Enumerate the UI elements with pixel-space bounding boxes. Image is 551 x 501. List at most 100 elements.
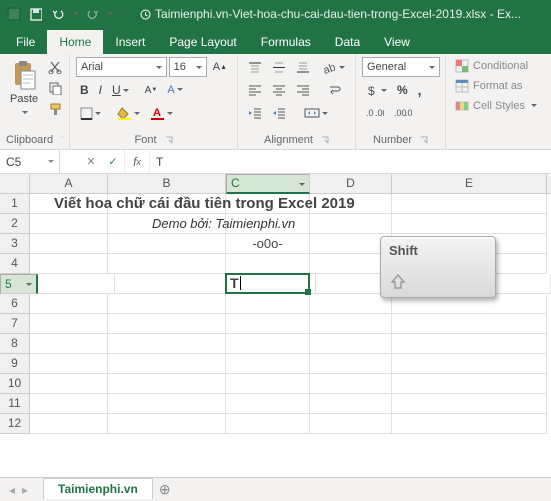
cell[interactable] xyxy=(392,214,547,234)
cell[interactable] xyxy=(226,394,310,414)
merge-button[interactable] xyxy=(300,103,332,123)
cell[interactable] xyxy=(30,294,108,314)
qat-customize[interactable] xyxy=(104,4,114,24)
tab-file[interactable]: File xyxy=(4,30,47,54)
row-header[interactable]: 11 xyxy=(0,394,30,414)
save-button[interactable] xyxy=(26,4,46,24)
tab-formulas[interactable]: Formulas xyxy=(249,30,323,54)
cell[interactable] xyxy=(108,294,226,314)
cell[interactable] xyxy=(30,354,108,374)
cell[interactable]: -o0o- xyxy=(226,234,310,254)
dialog-launcher-icon[interactable] xyxy=(420,136,428,144)
underline-button[interactable]: U xyxy=(108,80,133,100)
cell[interactable] xyxy=(108,334,226,354)
cell[interactable] xyxy=(30,314,108,334)
row-header[interactable]: 9 xyxy=(0,354,30,374)
increase-indent-button[interactable] xyxy=(268,103,290,123)
decrease-indent-button[interactable] xyxy=(244,103,266,123)
cell[interactable] xyxy=(226,374,310,394)
enter-icon[interactable]: ✓ xyxy=(102,150,124,173)
cell[interactable] xyxy=(38,274,115,294)
number-format-select[interactable]: General xyxy=(362,57,440,77)
cell[interactable] xyxy=(310,374,392,394)
align-top-button[interactable] xyxy=(244,57,266,77)
cell[interactable] xyxy=(310,414,392,434)
comma-button[interactable]: , xyxy=(414,80,426,100)
cell[interactable] xyxy=(108,354,226,374)
row-header[interactable]: 10 xyxy=(0,374,30,394)
cell[interactable] xyxy=(226,334,310,354)
cell[interactable] xyxy=(30,374,108,394)
undo-button[interactable] xyxy=(48,4,68,24)
cell[interactable] xyxy=(108,394,226,414)
worksheet-grid[interactable]: A B C D E 1 Viết hoa chữ cái đầu tiên tr… xyxy=(0,174,551,476)
cell[interactable] xyxy=(226,314,310,334)
cell[interactable] xyxy=(30,414,108,434)
cell[interactable] xyxy=(30,394,108,414)
cell[interactable] xyxy=(226,254,310,274)
col-header-c[interactable]: C xyxy=(226,174,310,194)
font-color-button[interactable]: A xyxy=(146,103,177,123)
cell-styles-button[interactable]: Cell Styles xyxy=(452,97,545,115)
font-name-select[interactable]: Arial xyxy=(76,57,167,77)
dialog-launcher-icon[interactable] xyxy=(321,136,329,144)
cell[interactable] xyxy=(30,234,108,254)
cell[interactable] xyxy=(310,294,392,314)
align-right-button[interactable] xyxy=(292,80,314,100)
cell[interactable] xyxy=(310,214,392,234)
conditional-formatting-button[interactable]: Conditional xyxy=(452,57,545,75)
cell[interactable] xyxy=(108,374,226,394)
cell[interactable]: Viết hoa chữ cái đầu tiên trong Excel 20… xyxy=(30,194,108,214)
col-header-b[interactable]: B xyxy=(108,174,226,193)
row-header[interactable]: 8 xyxy=(0,334,30,354)
cell[interactable] xyxy=(392,394,547,414)
fx-icon[interactable]: fx xyxy=(124,150,150,173)
row-header[interactable]: 3 xyxy=(0,234,30,254)
cell[interactable] xyxy=(310,334,392,354)
dialog-launcher-icon[interactable] xyxy=(61,136,63,144)
tab-insert[interactable]: Insert xyxy=(103,30,157,54)
cell[interactable] xyxy=(392,414,547,434)
row-header[interactable]: 2 xyxy=(0,214,30,234)
cell[interactable]: Demo bởi: Taimienphi.vn xyxy=(108,214,226,234)
cell[interactable] xyxy=(392,194,547,214)
italic-button[interactable]: I xyxy=(95,80,106,100)
cell[interactable] xyxy=(108,234,226,254)
align-center-button[interactable] xyxy=(268,80,290,100)
cell[interactable] xyxy=(310,394,392,414)
redo-button[interactable] xyxy=(82,4,102,24)
increase-decimal-button[interactable]: .0.00 xyxy=(362,103,388,123)
formula-input[interactable]: T xyxy=(150,150,551,173)
tab-data[interactable]: Data xyxy=(323,30,372,54)
align-left-button[interactable] xyxy=(244,80,266,100)
cell[interactable] xyxy=(226,354,310,374)
cell[interactable] xyxy=(226,294,310,314)
cell[interactable] xyxy=(310,314,392,334)
cell[interactable] xyxy=(30,334,108,354)
row-header[interactable]: 7 xyxy=(0,314,30,334)
align-bottom-button[interactable] xyxy=(292,57,314,77)
cell[interactable] xyxy=(392,314,547,334)
wrap-text-button[interactable] xyxy=(324,80,346,100)
percent-button[interactable]: % xyxy=(393,80,412,100)
col-header-d[interactable]: D xyxy=(310,174,392,193)
cell[interactable] xyxy=(115,274,232,294)
cell[interactable] xyxy=(30,254,108,274)
undo-dropdown[interactable] xyxy=(70,4,80,24)
increase-font-button[interactable]: A▲ xyxy=(209,57,231,77)
tab-home[interactable]: Home xyxy=(47,30,103,54)
font-size-select[interactable]: 16 xyxy=(169,57,207,77)
cell[interactable] xyxy=(108,414,226,434)
copy-button[interactable] xyxy=(44,78,66,98)
sheet-tab-active[interactable]: Taimienphi.vn xyxy=(43,478,153,499)
fill-color-button[interactable] xyxy=(113,103,144,123)
select-all-corner[interactable] xyxy=(0,174,30,193)
tab-page-layout[interactable]: Page Layout xyxy=(157,30,248,54)
decrease-decimal-button[interactable]: .00.0 xyxy=(390,103,416,123)
cell[interactable] xyxy=(392,374,547,394)
cell[interactable] xyxy=(310,354,392,374)
orientation-button[interactable]: ab xyxy=(319,57,349,77)
cancel-icon[interactable]: ✕ xyxy=(80,150,102,173)
cell[interactable] xyxy=(392,354,547,374)
col-header-a[interactable]: A xyxy=(30,174,108,193)
